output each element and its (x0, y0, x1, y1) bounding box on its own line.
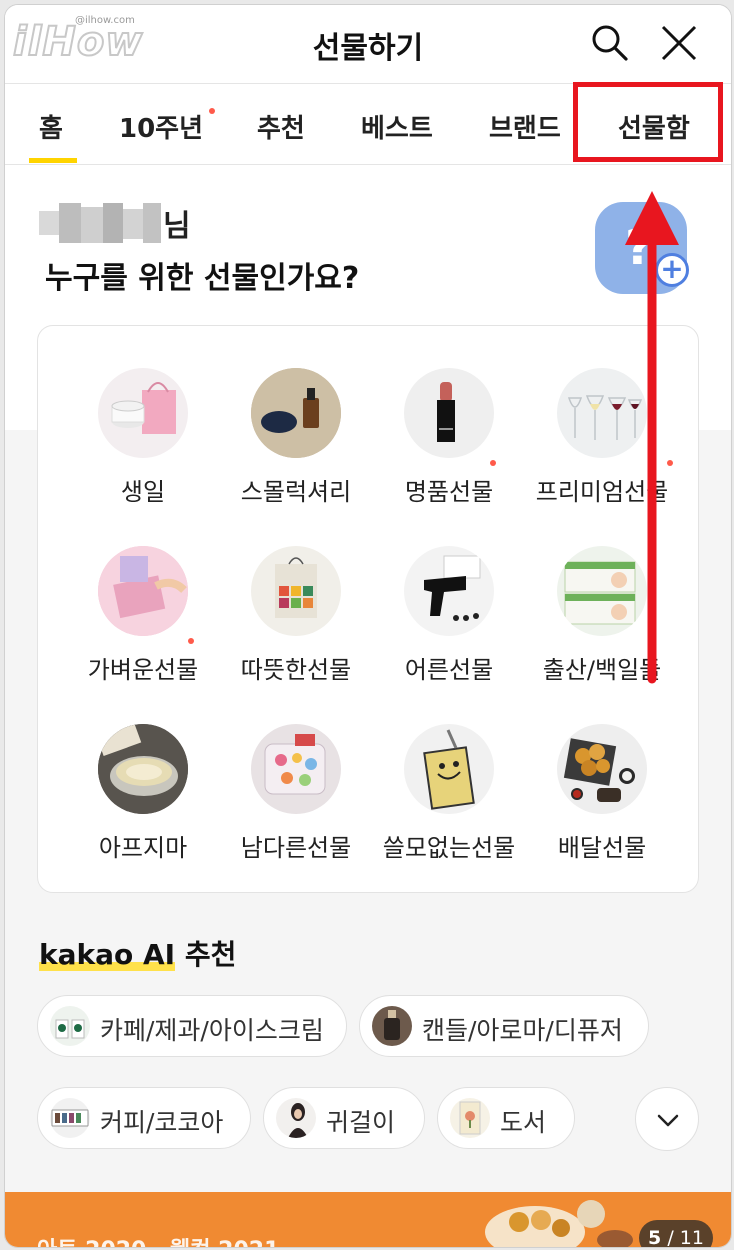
annotation-arrow-icon (625, 191, 679, 684)
app-frame: ilHow @ilhow.com 선물하기 홈 10주년 추천 베스트 브랜드 … (4, 4, 732, 1248)
